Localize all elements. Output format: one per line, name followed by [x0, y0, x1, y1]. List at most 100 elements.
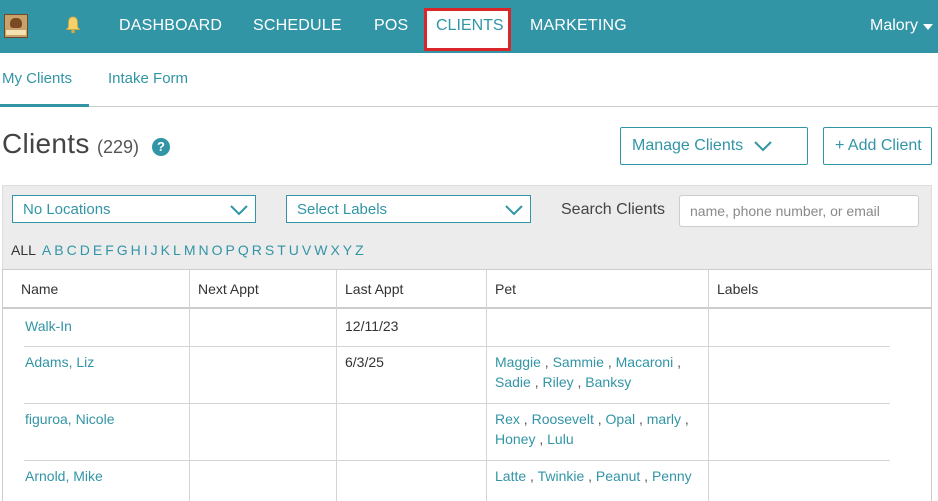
alpha-letter[interactable]: B	[54, 242, 63, 258]
row-divider	[24, 346, 890, 347]
pet-list-line: Latte , Twinkie , Peanut , Penny	[495, 466, 692, 486]
tab-intake-form[interactable]: Intake Form	[108, 70, 188, 87]
row-divider	[24, 460, 890, 461]
pet-separator: ,	[603, 354, 616, 370]
alpha-letter[interactable]: Q	[238, 242, 249, 258]
pet-link[interactable]: Maggie	[495, 354, 541, 370]
alpha-letter[interactable]: P	[226, 242, 235, 258]
alpha-letter[interactable]: K	[161, 242, 170, 258]
manage-clients-button[interactable]: Manage Clients	[620, 127, 808, 165]
col-header-last-appt[interactable]: Last Appt	[345, 281, 403, 297]
pet-link[interactable]: Banksy	[585, 374, 631, 390]
client-name-link[interactable]: Walk-In	[25, 316, 72, 336]
pet-list-line: Rex , Roosevelt , Opal , marly ,	[495, 409, 689, 429]
alpha-letter[interactable]: V	[302, 242, 311, 258]
alpha-letter[interactable]: L	[173, 242, 181, 258]
pet-link[interactable]: Roosevelt	[532, 411, 594, 427]
page-title: Clients	[2, 128, 90, 159]
labels-select[interactable]: Select Labels	[286, 195, 531, 223]
alpha-letter[interactable]: H	[131, 242, 141, 258]
alpha-letter[interactable]: I	[144, 242, 148, 258]
chevron-down-icon	[754, 141, 772, 152]
locations-select-value: No Locations	[23, 201, 111, 218]
alpha-letter[interactable]: G	[117, 242, 128, 258]
pet-separator: ,	[519, 411, 532, 427]
pet-link[interactable]: Penny	[652, 468, 692, 484]
add-client-button[interactable]: + Add Client	[823, 127, 932, 165]
app-logo[interactable]	[4, 14, 28, 38]
locations-select[interactable]: No Locations	[12, 195, 256, 223]
pet-list-line: Sadie , Riley , Banksy	[495, 372, 631, 392]
sub-tabs: My Clients Intake Form	[0, 53, 938, 107]
pet-link[interactable]: Latte	[495, 468, 526, 484]
pet-link[interactable]: Sadie	[495, 374, 531, 390]
nav-dashboard[interactable]: DASHBOARD	[119, 17, 222, 35]
top-nav-bar: DASHBOARD SCHEDULE POS CLIENTS MARKETING…	[0, 0, 938, 53]
nav-clients[interactable]: CLIENTS	[436, 17, 504, 35]
pet-separator: ,	[593, 411, 606, 427]
tab-my-clients[interactable]: My Clients	[2, 70, 72, 87]
alpha-letter[interactable]: D	[80, 242, 90, 258]
col-header-name[interactable]: Name	[21, 281, 58, 297]
help-icon[interactable]: ?	[152, 138, 170, 156]
pet-link[interactable]: Sammie	[553, 354, 604, 370]
nav-marketing[interactable]: MARKETING	[530, 17, 627, 35]
pet-separator: ,	[635, 411, 647, 427]
alpha-letter[interactable]: X	[330, 242, 339, 258]
alpha-letter[interactable]: E	[93, 242, 102, 258]
pet-link[interactable]: Lulu	[547, 431, 573, 447]
pet-link[interactable]: Twinkie	[538, 468, 585, 484]
alpha-letter[interactable]: Z	[355, 242, 364, 258]
alpha-letter[interactable]: O	[212, 242, 223, 258]
client-count: (229)	[97, 137, 140, 157]
alpha-letter[interactable]: W	[314, 242, 327, 258]
pet-link[interactable]: Macaroni	[616, 354, 674, 370]
client-name-link[interactable]: Adams, Liz	[25, 352, 94, 372]
caret-down-icon[interactable]	[923, 24, 933, 30]
alpha-letter[interactable]: J	[151, 242, 158, 258]
client-name-link[interactable]: figuroa, Nicole	[25, 409, 115, 429]
pet-separator: ,	[573, 374, 586, 390]
column-divider	[486, 270, 487, 501]
nav-pos[interactable]: POS	[374, 17, 408, 35]
pet-link[interactable]: Honey	[495, 431, 535, 447]
col-header-next-appt[interactable]: Next Appt	[198, 281, 259, 297]
clients-table: Name Next Appt Last Appt Pet Labels Walk…	[2, 269, 932, 501]
pet-separator: ,	[530, 374, 543, 390]
pet-link[interactable]: Rex	[495, 411, 520, 427]
pet-link[interactable]: Peanut	[596, 468, 640, 484]
alpha-letter[interactable]: S	[265, 242, 274, 258]
active-tab-indicator	[0, 104, 89, 107]
column-divider	[189, 270, 190, 501]
alpha-letter[interactable]: U	[289, 242, 299, 258]
pet-link[interactable]: Riley	[542, 374, 573, 390]
alpha-letter[interactable]: A	[42, 242, 51, 258]
nav-schedule[interactable]: SCHEDULE	[253, 17, 342, 35]
alpha-letter[interactable]: N	[198, 242, 208, 258]
client-name-link[interactable]: Arnold, Mike	[25, 466, 103, 486]
pet-link[interactable]: marly	[647, 411, 681, 427]
pet-separator: ,	[681, 411, 689, 427]
pet-list-line: Honey , Lulu	[495, 429, 574, 449]
alpha-letter[interactable]: C	[67, 242, 77, 258]
filter-panel: No Locations Select Labels Search Client…	[2, 185, 932, 270]
alpha-letter[interactable]: M	[184, 242, 196, 258]
alpha-letters: ABCDEFGHIJKLMNOPQRSTUVWXYZ	[42, 242, 367, 258]
labels-select-value: Select Labels	[297, 201, 388, 218]
alpha-all[interactable]: ALL	[11, 242, 36, 258]
chevron-down-icon	[505, 205, 523, 216]
alpha-letter[interactable]: F	[105, 242, 114, 258]
pet-link[interactable]: Opal	[606, 411, 636, 427]
column-divider	[708, 270, 709, 501]
user-menu[interactable]: Malory	[870, 17, 918, 35]
alpha-letter[interactable]: T	[277, 242, 286, 258]
search-input[interactable]	[679, 195, 919, 227]
manage-clients-label: Manage Clients	[632, 137, 744, 154]
column-divider	[336, 270, 337, 501]
col-header-pet[interactable]: Pet	[495, 281, 516, 297]
col-header-labels[interactable]: Labels	[717, 281, 758, 297]
alpha-letter[interactable]: R	[252, 242, 262, 258]
alpha-letter[interactable]: Y	[343, 242, 352, 258]
bell-icon[interactable]	[65, 16, 81, 34]
search-clients-label: Search Clients	[561, 201, 666, 218]
